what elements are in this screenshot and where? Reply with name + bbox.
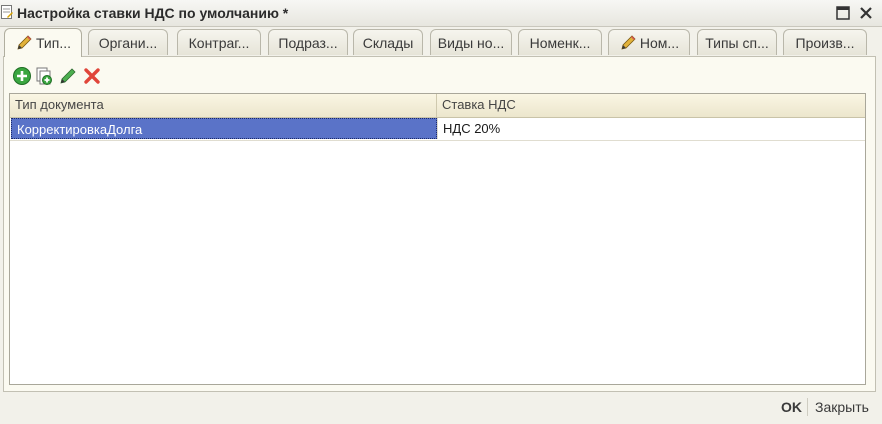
window-titlebar: Настройка ставки НДС по умолчанию * [0,0,882,27]
vat-rate-table[interactable]: Тип документа Ставка НДС КорректировкаДо… [9,93,866,385]
column-header-vat-rate[interactable]: Ставка НДС [437,94,865,117]
pencil-icon [621,34,636,50]
tab-label: Типы сп... [705,34,769,51]
tab-item-types[interactable]: Виды но... [430,29,512,55]
column-header-document-type[interactable]: Тип документа [10,94,437,117]
footer-divider [807,398,808,416]
window-title: Настройка ставки НДС по умолчанию * [17,5,289,21]
table-row[interactable]: КорректировкаДолга НДС 20% [10,118,865,141]
document-icon [1,5,13,19]
tab-counterparty[interactable]: Контраг... [177,29,261,55]
tab-document-type[interactable]: Тип... [4,28,82,57]
close-window-icon[interactable] [859,6,873,20]
tab-label: Ном... [639,34,680,51]
edit-icon[interactable] [58,66,78,86]
tab-label: Контраг... [188,34,250,51]
tab-label: Виды но... [437,34,505,51]
tab-organization[interactable]: Органи... [88,29,168,55]
maximize-icon[interactable] [836,6,850,20]
tab-manufacturer[interactable]: Произв... [783,29,867,55]
tab-label: Тип... [35,35,71,51]
delete-icon[interactable] [82,66,102,86]
tab-label: Произв... [795,34,855,51]
tab-label: Органи... [98,34,158,51]
tab-nomenclature[interactable]: Номенк... [518,29,602,55]
tab-department[interactable]: Подраз... [268,29,348,55]
tab-label: Номенк... [529,34,591,51]
tab-label: Склады [362,34,414,51]
copy-icon[interactable] [34,66,54,86]
tab-nomenclature-edit[interactable]: Ном... [608,29,690,55]
dialog-footer: OK Закрыть [0,392,882,424]
tab-label: Подраз... [278,34,338,51]
table-header: Тип документа Ставка НДС [10,94,865,118]
close-button[interactable]: Закрыть [812,396,872,418]
cell-document-type[interactable]: КорректировкаДолга [11,118,437,139]
cell-vat-rate[interactable]: НДС 20% [437,118,865,139]
ok-button[interactable]: OK [778,396,805,418]
tab-types[interactable]: Типы сп... [697,29,777,55]
tab-panel: Тип документа Ставка НДС КорректировкаДо… [3,56,876,392]
add-icon[interactable] [12,66,32,86]
tab-strip: Тип... Органи... Контраг... Подраз... Ск… [0,28,882,57]
tab-warehouses[interactable]: Склады [353,29,423,55]
pencil-icon [17,35,32,50]
